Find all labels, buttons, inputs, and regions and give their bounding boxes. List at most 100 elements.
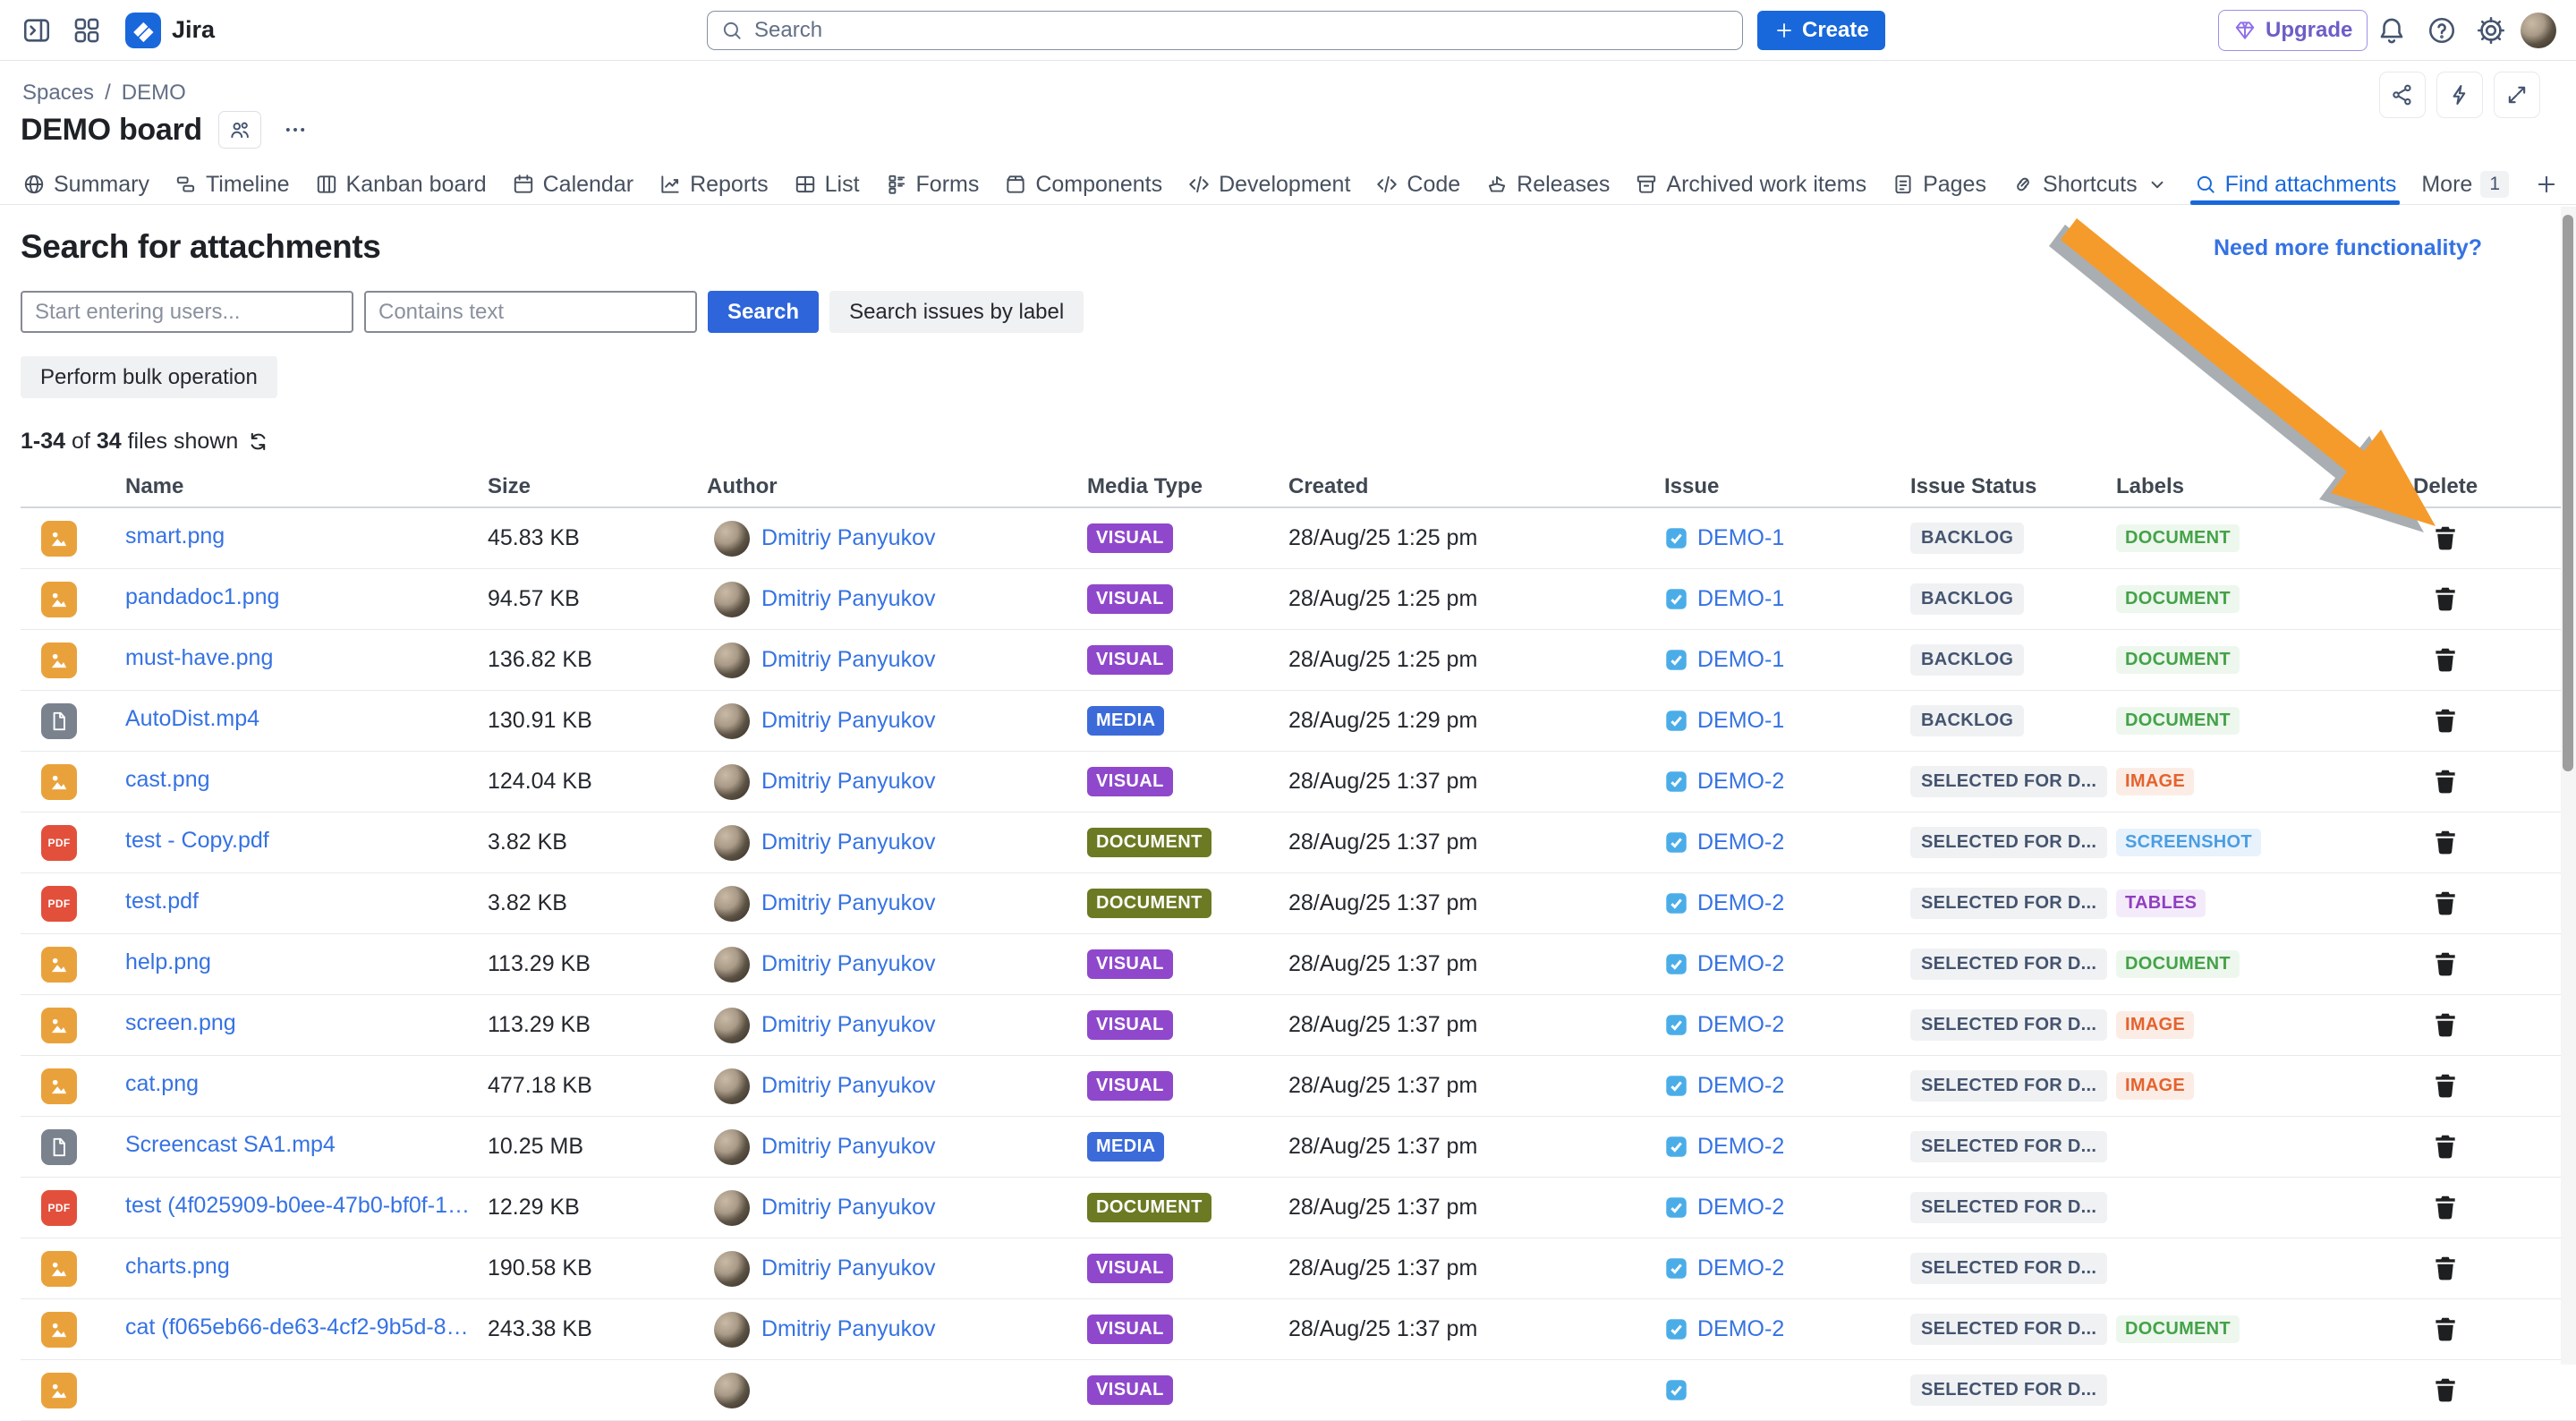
author-link[interactable]: Dmitriy Panyukov bbox=[761, 890, 936, 916]
need-more-functionality-link[interactable]: Need more functionality? bbox=[2214, 235, 2482, 261]
issue-link[interactable]: DEMO-2 bbox=[1697, 1012, 1784, 1038]
file-name-link[interactable]: pandadoc1.png bbox=[125, 584, 279, 610]
delete-trash-icon[interactable] bbox=[2427, 945, 2463, 983]
file-name-link[interactable]: smart.png bbox=[125, 523, 225, 549]
sidebar-toggle-icon[interactable] bbox=[21, 15, 52, 46]
delete-trash-icon[interactable] bbox=[2427, 1188, 2463, 1226]
issue-link[interactable]: DEMO-2 bbox=[1697, 1316, 1784, 1342]
tab-more[interactable]: More1 bbox=[2421, 165, 2509, 204]
contains-text-input[interactable] bbox=[364, 291, 697, 333]
file-name-link[interactable]: charts.png bbox=[125, 1254, 230, 1280]
delete-trash-icon[interactable] bbox=[2427, 1249, 2463, 1287]
file-name-link[interactable]: must-have.png bbox=[125, 645, 273, 671]
delete-trash-icon[interactable] bbox=[2427, 1067, 2463, 1104]
tab-archived-work-items[interactable]: Archived work items bbox=[1635, 165, 1866, 204]
author-link[interactable]: Dmitriy Panyukov bbox=[761, 1073, 936, 1099]
file-name-link[interactable]: Screencast SA1.mp4 bbox=[125, 1132, 336, 1158]
help-icon[interactable] bbox=[2427, 15, 2457, 46]
delete-trash-icon[interactable] bbox=[2427, 1310, 2463, 1348]
tab-reports[interactable]: Reports bbox=[659, 165, 769, 204]
add-tab-button[interactable] bbox=[2534, 165, 2559, 204]
tab-code[interactable]: Code bbox=[1375, 165, 1460, 204]
breadcrumb-spaces-link[interactable]: Spaces bbox=[22, 81, 94, 106]
tab-find-attachments[interactable]: Find attachments bbox=[2194, 165, 2397, 204]
tab-timeline[interactable]: Timeline bbox=[174, 165, 290, 204]
issue-link[interactable]: DEMO-2 bbox=[1697, 890, 1784, 916]
author-link[interactable]: Dmitriy Panyukov bbox=[761, 647, 936, 673]
author-link[interactable]: Dmitriy Panyukov bbox=[761, 951, 936, 977]
search-issues-by-label-button[interactable]: Search issues by label bbox=[829, 291, 1084, 333]
author-link[interactable]: Dmitriy Panyukov bbox=[761, 708, 936, 734]
issue-link[interactable]: DEMO-2 bbox=[1697, 830, 1784, 855]
delete-trash-icon[interactable] bbox=[2427, 1127, 2463, 1165]
tab-pages[interactable]: Pages bbox=[1892, 165, 1986, 204]
board-more-options-button[interactable] bbox=[277, 112, 313, 148]
tab-forms[interactable]: Forms bbox=[885, 165, 980, 204]
tab-components[interactable]: Components bbox=[1004, 165, 1162, 204]
delete-trash-icon[interactable] bbox=[2427, 884, 2463, 922]
tab-list[interactable]: List bbox=[794, 165, 860, 204]
tab-releases[interactable]: Releases bbox=[1485, 165, 1610, 204]
issue-link[interactable]: DEMO-2 bbox=[1697, 1195, 1784, 1221]
automation-button[interactable] bbox=[2436, 72, 2483, 118]
author-link[interactable]: Dmitriy Panyukov bbox=[761, 586, 936, 612]
author-link[interactable]: Dmitriy Panyukov bbox=[761, 1195, 936, 1221]
delete-trash-icon[interactable] bbox=[2427, 519, 2463, 557]
file-name-link[interactable]: help.png bbox=[125, 949, 211, 975]
issue-link[interactable]: DEMO-1 bbox=[1697, 647, 1784, 673]
author-link[interactable]: Dmitriy Panyukov bbox=[761, 1134, 936, 1160]
file-name-link[interactable]: test - Copy.pdf bbox=[125, 828, 269, 854]
author-link[interactable]: Dmitriy Panyukov bbox=[761, 769, 936, 795]
author-link[interactable]: Dmitriy Panyukov bbox=[761, 1012, 936, 1038]
breadcrumb-project-link[interactable]: DEMO bbox=[122, 81, 186, 106]
author-link[interactable]: Dmitriy Panyukov bbox=[761, 1316, 936, 1342]
delete-trash-icon[interactable] bbox=[2427, 702, 2463, 739]
tab-kanban-board[interactable]: Kanban board bbox=[315, 165, 487, 204]
file-name-link[interactable]: cast.png bbox=[125, 767, 210, 793]
issue-link[interactable]: DEMO-2 bbox=[1697, 1255, 1784, 1281]
delete-trash-icon[interactable] bbox=[2427, 641, 2463, 678]
file-name-link[interactable]: screen.png bbox=[125, 1010, 236, 1036]
delete-trash-icon[interactable] bbox=[2427, 1371, 2463, 1408]
user-avatar[interactable] bbox=[2521, 13, 2556, 48]
delete-trash-icon[interactable] bbox=[2427, 823, 2463, 861]
global-search[interactable] bbox=[707, 11, 1743, 50]
upgrade-button[interactable]: Upgrade bbox=[2218, 10, 2368, 51]
perform-bulk-operation-button[interactable]: Perform bulk operation bbox=[21, 356, 277, 398]
search-button[interactable]: Search bbox=[708, 291, 819, 333]
author-link[interactable]: Dmitriy Panyukov bbox=[761, 1255, 936, 1281]
tab-summary[interactable]: Summary bbox=[22, 165, 149, 204]
issue-link[interactable]: DEMO-2 bbox=[1697, 1134, 1784, 1160]
app-switcher-icon[interactable] bbox=[72, 15, 102, 46]
tab-calendar[interactable]: Calendar bbox=[512, 165, 633, 204]
delete-trash-icon[interactable] bbox=[2427, 762, 2463, 800]
notifications-bell-icon[interactable] bbox=[2376, 15, 2407, 46]
settings-gear-icon[interactable] bbox=[2476, 15, 2506, 46]
fullscreen-button[interactable] bbox=[2494, 72, 2540, 118]
file-name-link[interactable]: AutoDist.mp4 bbox=[125, 706, 259, 732]
issue-link[interactable]: DEMO-1 bbox=[1697, 525, 1784, 551]
file-name-link[interactable]: test (4f025909-b0ee-47b0-bf0f-147c8afd..… bbox=[125, 1193, 474, 1219]
global-search-input[interactable] bbox=[752, 17, 1730, 44]
author-link[interactable]: Dmitriy Panyukov bbox=[761, 830, 936, 855]
jira-logo-icon[interactable] bbox=[125, 13, 161, 48]
file-name-link[interactable]: cat (f065eb66-de63-4cf2-9b5d-843f1b9e... bbox=[125, 1315, 474, 1340]
tab-development[interactable]: Development bbox=[1187, 165, 1350, 204]
delete-trash-icon[interactable] bbox=[2427, 580, 2463, 617]
issue-link[interactable]: DEMO-1 bbox=[1697, 586, 1784, 612]
issue-link[interactable]: DEMO-1 bbox=[1697, 708, 1784, 734]
board-members-button[interactable] bbox=[218, 111, 261, 149]
delete-trash-icon[interactable] bbox=[2427, 1006, 2463, 1043]
create-button[interactable]: Create bbox=[1757, 11, 1885, 50]
issue-link[interactable]: DEMO-2 bbox=[1697, 1073, 1784, 1099]
users-filter-input[interactable] bbox=[21, 291, 353, 333]
author-link[interactable]: Dmitriy Panyukov bbox=[761, 525, 936, 551]
issue-link[interactable]: DEMO-2 bbox=[1697, 769, 1784, 795]
tab-shortcuts[interactable]: Shortcuts bbox=[2011, 165, 2169, 204]
scrollbar-thumb[interactable] bbox=[2563, 215, 2573, 771]
file-name-link[interactable]: test.pdf bbox=[125, 889, 199, 915]
issue-link[interactable]: DEMO-2 bbox=[1697, 951, 1784, 977]
file-name-link[interactable]: cat.png bbox=[125, 1071, 199, 1097]
share-button[interactable] bbox=[2379, 72, 2426, 118]
refresh-icon[interactable] bbox=[247, 430, 269, 453]
